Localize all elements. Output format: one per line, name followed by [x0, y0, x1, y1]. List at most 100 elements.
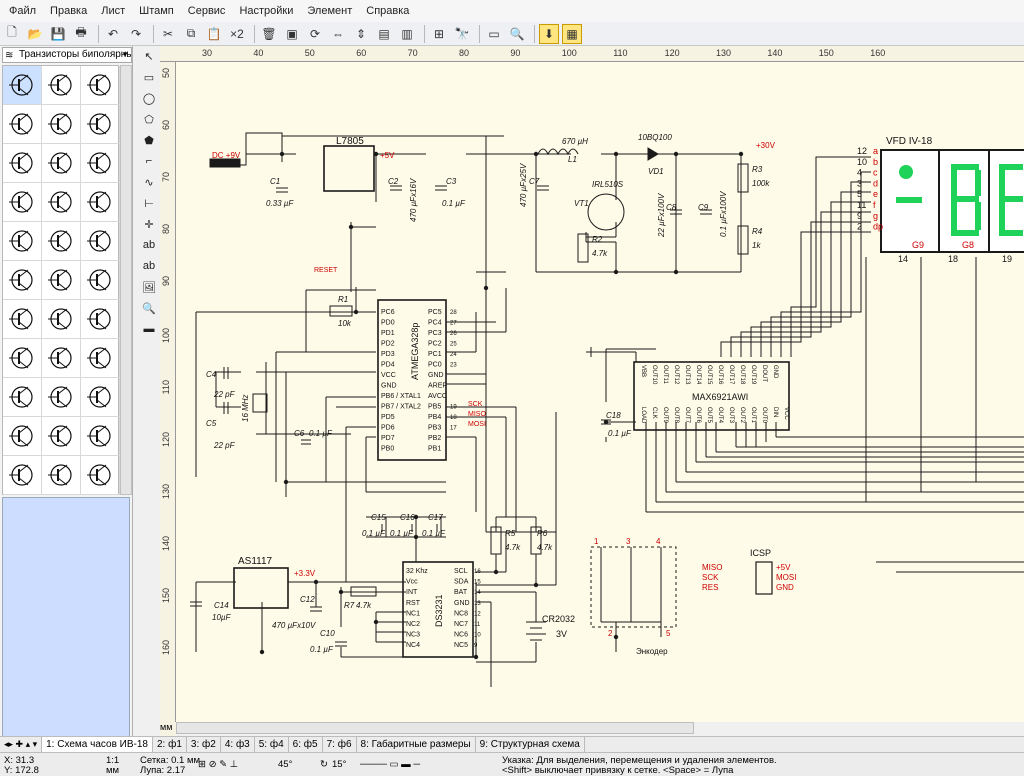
copy-icon[interactable]: ⧉: [181, 24, 201, 44]
tab-7[interactable]: 7: ф6: [323, 737, 357, 752]
component-cell[interactable]: [3, 300, 42, 339]
menu-item-1[interactable]: Правка: [43, 5, 94, 17]
component-cell[interactable]: [81, 222, 120, 261]
component-cell[interactable]: [3, 66, 42, 105]
cut-icon[interactable]: ✂: [158, 24, 178, 44]
tab-2[interactable]: 2: ф1: [153, 737, 187, 752]
component-cell[interactable]: [42, 66, 81, 105]
polyline-icon[interactable]: ⌐: [140, 151, 158, 171]
component-cell[interactable]: [81, 261, 120, 300]
angle2[interactable]: 15°: [332, 759, 346, 770]
ruler-tick: 60: [161, 120, 171, 131]
component-cell[interactable]: [81, 417, 120, 456]
component-cell[interactable]: [3, 105, 42, 144]
component-cell[interactable]: [42, 456, 81, 495]
tab-9[interactable]: 9: Структурная схема: [476, 737, 585, 752]
component-cell[interactable]: [81, 339, 120, 378]
drawing-canvas[interactable]: DC +9V L7805 +5V +30V C1 0.33 µF C2 470 µFx16V C…: [176, 62, 1024, 722]
library-scrollbar[interactable]: [120, 65, 132, 495]
component-cell[interactable]: [42, 339, 81, 378]
snap-icon[interactable]: ⊞ ⊘ ✎ ⊥: [198, 759, 238, 770]
image-icon[interactable]: 🖼: [140, 277, 158, 297]
bus-icon[interactable]: ⊢: [140, 193, 158, 213]
component-cell[interactable]: [42, 378, 81, 417]
open-file-icon[interactable]: 📂: [25, 24, 45, 44]
tab-8[interactable]: 8: Габаритные размеры: [357, 737, 476, 752]
component-icon[interactable]: ⊞: [429, 24, 449, 44]
tab-5[interactable]: 5: ф4: [255, 737, 289, 752]
component-cell[interactable]: [42, 222, 81, 261]
undo-icon[interactable]: ↶: [103, 24, 123, 44]
delete-icon[interactable]: 🗑: [259, 24, 279, 44]
component-cell[interactable]: [3, 339, 42, 378]
stamp-icon[interactable]: ▦: [562, 23, 582, 44]
menu-item-4[interactable]: Сервис: [181, 5, 233, 17]
text-icon[interactable]: ab: [140, 235, 158, 255]
rotate-small-icon[interactable]: ↻: [320, 759, 328, 770]
component-cell[interactable]: [3, 378, 42, 417]
rectangle-icon[interactable]: ▭: [140, 67, 158, 87]
horizontal-scrollbar[interactable]: [176, 722, 694, 734]
mcu-pin-left: PB7 / XTAL2: [381, 404, 421, 411]
component-cell[interactable]: [81, 105, 120, 144]
measure-icon[interactable]: ▬: [140, 319, 158, 339]
angle1[interactable]: 45°: [278, 759, 292, 770]
page-icon[interactable]: ▭: [484, 24, 504, 44]
component-cell[interactable]: [42, 417, 81, 456]
tab-1[interactable]: 1: Схема часов ИВ-18: [42, 737, 153, 752]
pointer-icon[interactable]: ↖: [140, 46, 158, 66]
bezier-icon[interactable]: ∿: [140, 172, 158, 192]
mirror-v-icon[interactable]: ⇕: [351, 24, 371, 44]
duplicate-icon[interactable]: ×2: [227, 24, 247, 44]
menu-item-7[interactable]: Справка: [359, 5, 416, 17]
paste-icon[interactable]: 📋: [204, 24, 224, 44]
menu-item-0[interactable]: Файл: [2, 5, 43, 17]
zoom-tool-icon[interactable]: 🔍: [140, 298, 158, 318]
component-cell[interactable]: [42, 144, 81, 183]
component-cell[interactable]: [3, 456, 42, 495]
print-icon[interactable]: 🖶: [71, 24, 91, 44]
tab-6[interactable]: 6: ф5: [289, 737, 323, 752]
component-cell[interactable]: [42, 300, 81, 339]
component-cell[interactable]: [42, 183, 81, 222]
ellipse-icon[interactable]: ◯: [140, 88, 158, 108]
tab-4[interactable]: 4: ф3: [221, 737, 255, 752]
component-cell[interactable]: [81, 144, 120, 183]
component-cell[interactable]: [81, 183, 120, 222]
group-icon[interactable]: ▣: [282, 24, 302, 44]
chevron-down-icon[interactable]: ▼: [121, 48, 129, 62]
junction-icon[interactable]: ✛: [140, 214, 158, 234]
menu-item-3[interactable]: Штамп: [132, 5, 181, 17]
textbox-icon[interactable]: ab: [140, 256, 158, 276]
component-cell[interactable]: [3, 222, 42, 261]
component-cell[interactable]: [81, 300, 120, 339]
menu-item-5[interactable]: Настройки: [232, 5, 300, 17]
tab-nav[interactable]: ◂▸ ✚ ▴ ▾: [0, 737, 43, 752]
component-cell[interactable]: [3, 183, 42, 222]
redo-icon[interactable]: ↷: [126, 24, 146, 44]
save-icon[interactable]: 💾: [48, 24, 68, 44]
to-back-icon[interactable]: ▥: [397, 24, 417, 44]
mirror-h-icon[interactable]: ⇔: [328, 24, 348, 44]
menu-item-2[interactable]: Лист: [94, 5, 132, 17]
component-cell[interactable]: [3, 144, 42, 183]
component-cell[interactable]: [3, 261, 42, 300]
export-icon[interactable]: ⬇: [539, 23, 559, 44]
component-cell[interactable]: [81, 456, 120, 495]
component-cell[interactable]: [42, 105, 81, 144]
line-style-icon[interactable]: ──── ▭ ▬ ─: [360, 759, 420, 770]
component-cell[interactable]: [81, 66, 120, 105]
polygon-icon[interactable]: ⬠: [140, 109, 158, 129]
component-cell[interactable]: [3, 417, 42, 456]
rotate-icon[interactable]: ⟳: [305, 24, 325, 44]
menu-item-6[interactable]: Элемент: [300, 5, 359, 17]
new-file-icon[interactable]: 🗋: [2, 24, 22, 44]
to-front-icon[interactable]: ▤: [374, 24, 394, 44]
component-cell[interactable]: [42, 261, 81, 300]
filled-polygon-icon[interactable]: ⬟: [140, 130, 158, 150]
tab-3[interactable]: 3: ф2: [187, 737, 221, 752]
component-cell[interactable]: [81, 378, 120, 417]
find-icon[interactable]: 🔭: [452, 24, 472, 44]
zoom-icon[interactable]: 🔍: [507, 24, 527, 44]
library-select[interactable]: ≋ Транзисторы биполярные ▼: [2, 47, 132, 63]
